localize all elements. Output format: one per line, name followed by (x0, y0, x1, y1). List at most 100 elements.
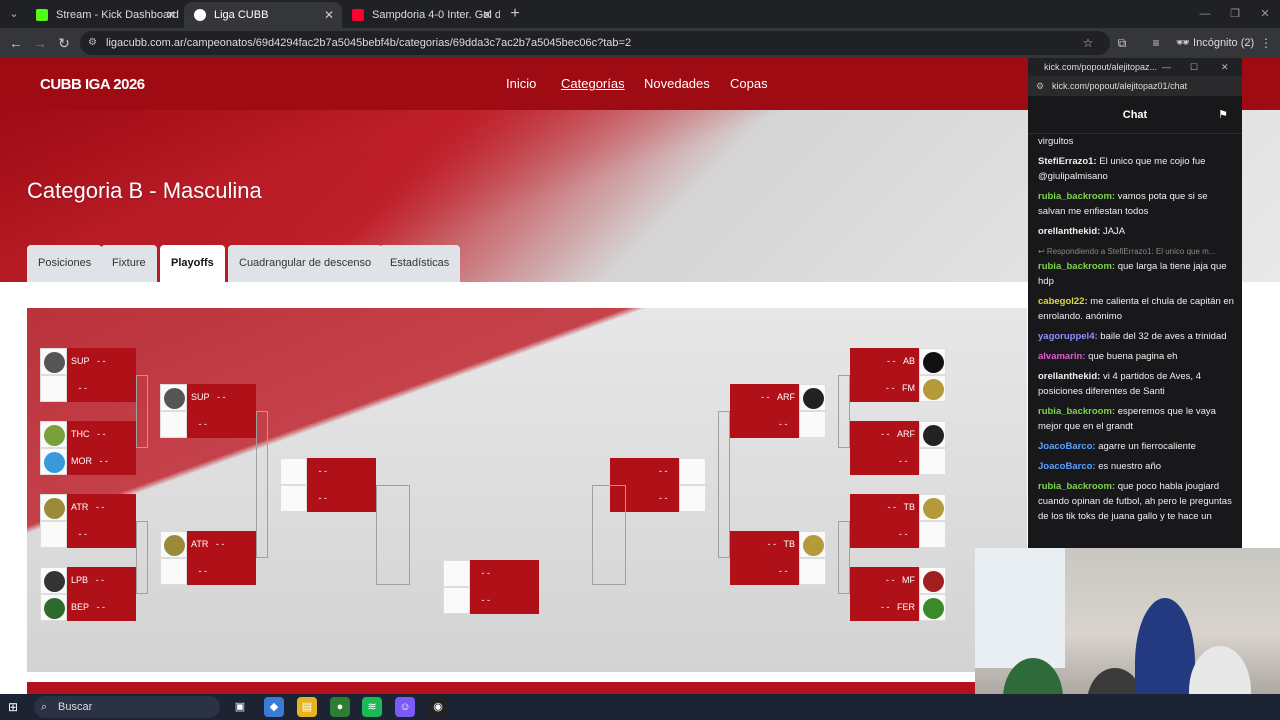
chrome-icon[interactable]: ● (330, 697, 350, 717)
bracket-team-row[interactable]: BEP - - (40, 594, 136, 621)
nav-copas[interactable]: Copas (730, 74, 768, 94)
minimize-icon[interactable]: — (1162, 58, 1171, 76)
reload-icon[interactable]: ↻ (54, 33, 74, 53)
chat-username[interactable]: rubia_backroom: (1038, 481, 1118, 492)
bracket-team-row[interactable]: - - (730, 558, 826, 585)
bracket-team-row[interactable]: - - (280, 458, 376, 485)
file-explorer-icon[interactable]: ▤ (297, 697, 317, 717)
bracket-team-row[interactable]: ATR - - (160, 531, 256, 558)
chat-username[interactable]: JoacoBarco: (1038, 461, 1098, 472)
chat-settings-icon[interactable]: ⚑ (1218, 96, 1228, 134)
bracket-team-row[interactable]: - - MF (850, 567, 946, 594)
tab-fixture[interactable]: Fixture (101, 245, 157, 282)
new-tab-button[interactable]: + (504, 3, 526, 25)
bracket-team-row[interactable]: SUP - - (40, 348, 136, 375)
bracket-team-row[interactable]: - - (280, 485, 376, 512)
bracket-team-row[interactable]: - - (850, 521, 946, 548)
bracket-team-row[interactable]: - - (730, 411, 826, 438)
team-logo-cell (919, 567, 946, 594)
bracket-team-row[interactable]: - - (443, 587, 539, 614)
bracket-team-row[interactable]: - - AB (850, 348, 946, 375)
close-window-icon[interactable]: ✕ (1250, 0, 1280, 28)
bracket-team-row[interactable]: - - ARF (850, 421, 946, 448)
team-name-score: ATR - - (67, 494, 136, 521)
incognito-indicator[interactable]: 🕶 Incógnito (2) (1176, 34, 1254, 52)
chat-username[interactable]: yagoruppel4: (1038, 331, 1100, 342)
site-info-icon[interactable]: ⚙ (88, 35, 102, 51)
bracket-team-row[interactable]: - - TB (850, 494, 946, 521)
bracket-team-row[interactable]: SUP - - (160, 384, 256, 411)
bookmark-star-icon[interactable]: ☆ (1078, 33, 1098, 53)
team-crest-icon (44, 352, 65, 373)
chat-username[interactable]: JoacoBarco: (1038, 441, 1098, 452)
bracket-team-row[interactable]: - - FER (850, 594, 946, 621)
minimize-icon[interactable]: — (1190, 0, 1220, 28)
close-tab-icon[interactable]: ✕ (324, 2, 334, 28)
task-view-icon[interactable]: ▣ (230, 697, 250, 717)
address-bar[interactable]: ⚙ ligacubb.com.ar/campeonatos/69d4294fac… (80, 31, 1110, 55)
close-tab-icon[interactable]: ✕ (482, 2, 492, 28)
close-window-icon[interactable]: ✕ (1221, 58, 1229, 76)
team-logo-cell (160, 531, 187, 558)
team-logo-cell (919, 594, 946, 621)
extensions-icon[interactable]: ⧉ (1112, 33, 1132, 53)
tab-posiciones[interactable]: Posiciones (27, 245, 103, 282)
nav-categorias[interactable]: Categorías (561, 74, 625, 94)
nav-novedades[interactable]: Novedades (644, 74, 710, 94)
team-name-score: MOR - - (67, 448, 136, 475)
bracket-team-row[interactable]: - - ARF (730, 384, 826, 411)
tab-estadisticas[interactable]: Estadísticas (379, 245, 461, 282)
bracket-team-row[interactable]: - - (160, 558, 256, 585)
bracket-team-row[interactable]: - - (160, 411, 256, 438)
tab-kick-dashboard[interactable]: Stream - Kick Dashboard ✕ (26, 2, 184, 28)
back-icon[interactable]: ← (6, 33, 26, 53)
bracket-team-row[interactable]: - - (610, 458, 706, 485)
forward-icon[interactable]: → (30, 33, 50, 53)
bracket-team-row[interactable]: ATR - - (40, 494, 136, 521)
bracket-connector-line (592, 485, 626, 585)
menu-kebab-icon[interactable]: ⋮ (1256, 33, 1276, 53)
bracket-team-row[interactable]: THC - - (40, 421, 136, 448)
chat-username[interactable]: alvamarin: (1038, 351, 1088, 362)
copilot-icon[interactable]: ◆ (264, 697, 284, 717)
taskbar-search[interactable]: ⌕ Buscar (34, 696, 220, 718)
chat-username[interactable]: rubia_backroom: (1038, 261, 1118, 272)
windows-start-icon[interactable]: ⊞ (8, 699, 24, 715)
bracket-team-row[interactable]: - - FM (850, 375, 946, 402)
chat-username[interactable]: rubia_backroom: (1038, 406, 1118, 417)
chat-username[interactable]: rubia_backroom: (1038, 191, 1118, 202)
tab-sampdoria-video[interactable]: Sampdoria 4-0 Inter. Gol de Or ✕ (342, 2, 500, 28)
bracket-team-row[interactable]: - - (40, 521, 136, 548)
site-logo[interactable]: CUBB IGA 2026 (40, 76, 145, 94)
tab-liga-cubb[interactable]: Liga CUBB ✕ (184, 2, 342, 28)
team-name-score: - - (307, 458, 376, 485)
obs-icon[interactable]: ◉ (428, 697, 448, 717)
bracket-team-row[interactable]: - - (443, 560, 539, 587)
bracket-connector-line (136, 375, 148, 448)
site-info-icon[interactable]: ⚙ (1036, 76, 1044, 96)
youtube-favicon-icon (352, 9, 364, 21)
bracket-team-row[interactable]: LPB - - (40, 567, 136, 594)
maximize-icon[interactable]: ❐ (1220, 0, 1250, 28)
chat-username[interactable]: orellanthekid: (1038, 226, 1103, 237)
chat-username[interactable]: cabegol22: (1038, 296, 1090, 307)
tab-cuadrangular[interactable]: Cuadrangular de descenso (228, 245, 383, 282)
tab-playoffs[interactable]: Playoffs (160, 245, 225, 282)
chat-header-title: Chat (1122, 109, 1148, 121)
spotify-icon[interactable]: ≋ (362, 697, 382, 717)
nav-inicio[interactable]: Inicio (506, 74, 536, 94)
close-tab-icon[interactable]: ✕ (166, 2, 176, 28)
search-icon: ⌕ (41, 701, 48, 713)
bracket-team-row[interactable]: MOR - - (40, 448, 136, 475)
chat-username[interactable]: orellanthekid: (1038, 371, 1103, 382)
bracket-team-row[interactable]: - - (40, 375, 136, 402)
tab-list-chevron-icon[interactable]: ⌄ (4, 4, 24, 24)
chat-reply-reference[interactable]: ↩ Respondiendo a StefiErrazo1: El unico … (1038, 244, 1234, 259)
media-controls-icon[interactable]: ≡ (1146, 33, 1166, 53)
discord-icon[interactable]: ☺ (395, 697, 415, 717)
maximize-icon[interactable]: ☐ (1190, 58, 1198, 76)
bracket-team-row[interactable]: - - TB (730, 531, 826, 558)
team-crest-icon (164, 535, 185, 556)
bracket-team-row[interactable]: - - (850, 448, 946, 475)
chat-username[interactable]: StefiErrazo1: (1038, 156, 1099, 167)
